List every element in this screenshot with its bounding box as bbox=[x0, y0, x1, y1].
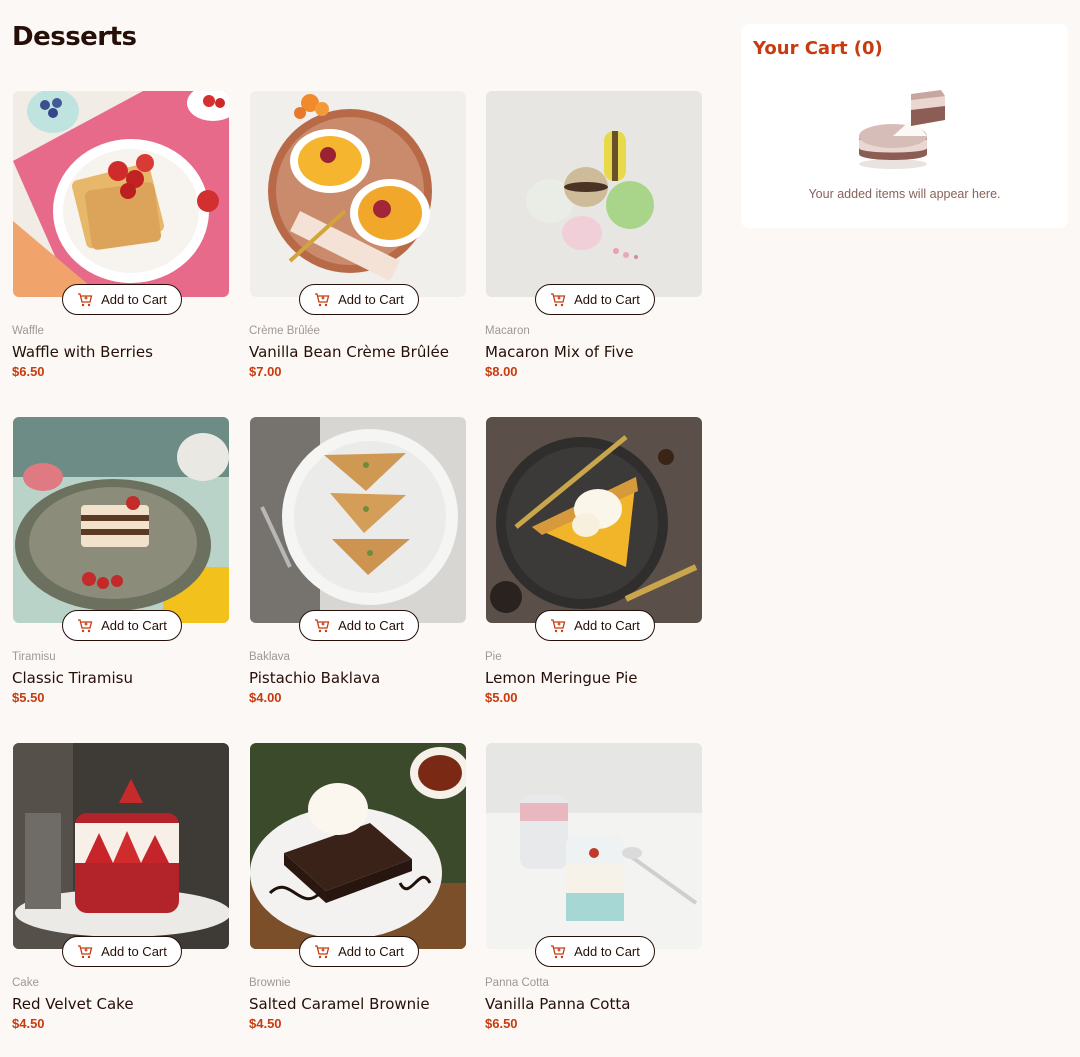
product-category: Macaron bbox=[485, 325, 530, 337]
product-name: Lemon Meringue Pie bbox=[485, 669, 638, 687]
product-name: Classic Tiramisu bbox=[12, 669, 133, 687]
product-category: Tiramisu bbox=[12, 651, 56, 663]
add-to-cart-icon bbox=[551, 944, 566, 958]
add-to-cart-icon bbox=[78, 618, 93, 632]
add-to-cart-label: Add to Cart bbox=[574, 292, 640, 307]
add-to-cart-button[interactable]: Add to Cart bbox=[535, 610, 655, 641]
add-to-cart-label: Add to Cart bbox=[101, 618, 167, 633]
add-to-cart-label: Add to Cart bbox=[338, 618, 404, 633]
add-to-cart-button[interactable]: Add to Cart bbox=[62, 610, 182, 641]
add-to-cart-label: Add to Cart bbox=[101, 292, 167, 307]
product-image-brownie bbox=[250, 743, 466, 949]
empty-cart-cake-icon bbox=[859, 90, 945, 169]
add-to-cart-button[interactable]: Add to Cart bbox=[299, 610, 419, 641]
product-category: Crème Brûlée bbox=[249, 325, 320, 337]
page-title: Desserts bbox=[12, 22, 137, 52]
product-price: $4.50 bbox=[249, 1016, 282, 1031]
add-to-cart-icon bbox=[78, 292, 93, 306]
product-category: Baklava bbox=[249, 651, 290, 663]
add-to-cart-button[interactable]: Add to Cart bbox=[535, 936, 655, 967]
add-to-cart-icon bbox=[551, 292, 566, 306]
product-category: Cake bbox=[12, 977, 39, 989]
product-image-tiramisu bbox=[13, 417, 229, 623]
product-category: Panna Cotta bbox=[485, 977, 549, 989]
product-category: Pie bbox=[485, 651, 502, 663]
product-image-panna-cotta bbox=[486, 743, 702, 949]
product-price: $5.50 bbox=[12, 690, 45, 705]
product-price: $6.50 bbox=[485, 1016, 518, 1031]
product-image-macaron bbox=[486, 91, 702, 297]
product-name: Salted Caramel Brownie bbox=[249, 995, 430, 1013]
product-name: Vanilla Bean Crème Brûlée bbox=[249, 343, 449, 361]
cart-empty-message: Your added items will appear here. bbox=[808, 187, 1001, 201]
add-to-cart-icon bbox=[551, 618, 566, 632]
add-to-cart-label: Add to Cart bbox=[574, 618, 640, 633]
product-price: $5.00 bbox=[485, 690, 518, 705]
product-price: $4.50 bbox=[12, 1016, 45, 1031]
product-image-cake bbox=[13, 743, 229, 949]
add-to-cart-button[interactable]: Add to Cart bbox=[535, 284, 655, 315]
add-to-cart-icon bbox=[315, 944, 330, 958]
product-image-waffle bbox=[13, 91, 229, 297]
product-name: Pistachio Baklava bbox=[249, 669, 381, 687]
add-to-cart-label: Add to Cart bbox=[338, 292, 404, 307]
product-image-creme-brulee bbox=[250, 91, 466, 297]
product-price: $7.00 bbox=[249, 364, 282, 379]
add-to-cart-icon bbox=[315, 618, 330, 632]
product-price: $8.00 bbox=[485, 364, 518, 379]
add-to-cart-button[interactable]: Add to Cart bbox=[299, 284, 419, 315]
product-name: Vanilla Panna Cotta bbox=[485, 995, 631, 1013]
product-category: Waffle bbox=[12, 325, 44, 337]
add-to-cart-label: Add to Cart bbox=[101, 944, 167, 959]
cart-panel: Your Cart (0) Your added items will appe… bbox=[741, 24, 1068, 228]
cart-title: Your Cart (0) bbox=[753, 38, 883, 59]
add-to-cart-icon bbox=[315, 292, 330, 306]
product-price: $4.00 bbox=[249, 690, 282, 705]
add-to-cart-icon bbox=[78, 944, 93, 958]
product-image-baklava bbox=[250, 417, 466, 623]
add-to-cart-label: Add to Cart bbox=[338, 944, 404, 959]
product-name: Macaron Mix of Five bbox=[485, 343, 634, 361]
product-name: Red Velvet Cake bbox=[12, 995, 134, 1013]
product-name: Waffle with Berries bbox=[12, 343, 153, 361]
product-image-pie bbox=[486, 417, 702, 623]
product-category: Brownie bbox=[249, 977, 291, 989]
product-price: $6.50 bbox=[12, 364, 45, 379]
add-to-cart-button[interactable]: Add to Cart bbox=[299, 936, 419, 967]
add-to-cart-label: Add to Cart bbox=[574, 944, 640, 959]
add-to-cart-button[interactable]: Add to Cart bbox=[62, 284, 182, 315]
add-to-cart-button[interactable]: Add to Cart bbox=[62, 936, 182, 967]
